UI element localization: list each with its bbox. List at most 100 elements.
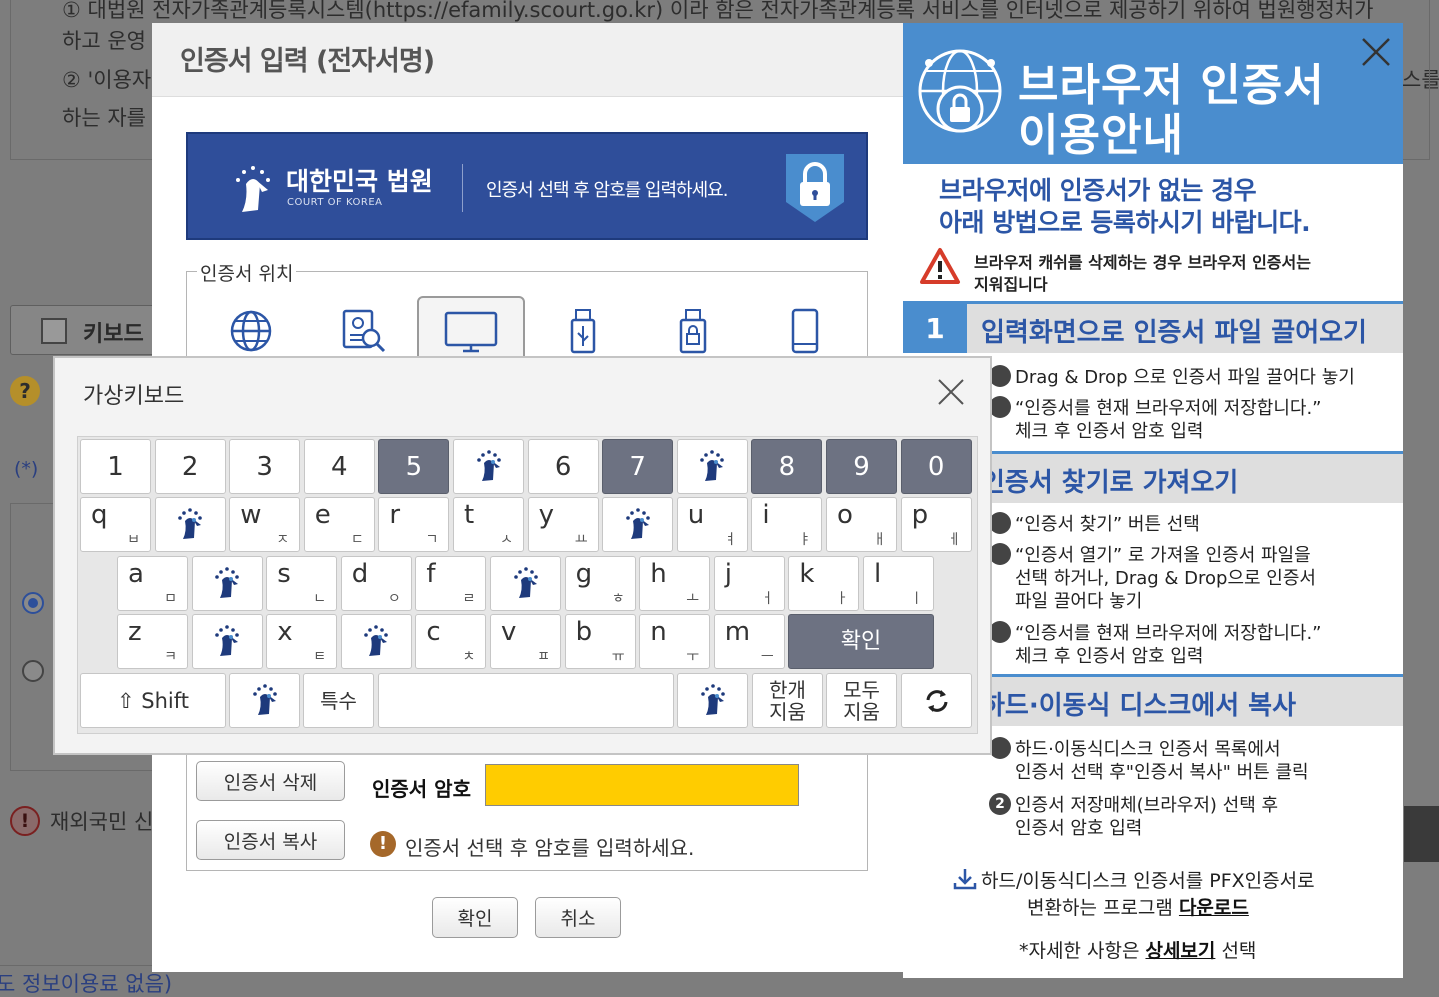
dummy-key[interactable] (490, 556, 561, 611)
key-sub-label: ㄴ (313, 591, 327, 607)
overseas-label: 재외국민 신 (50, 810, 154, 834)
cancel-button[interactable]: 취소 (535, 897, 621, 938)
copy-cert-button[interactable]: 인증서 복사 (196, 820, 345, 860)
court-logo-icon (698, 682, 728, 720)
key-w[interactable]: wㅈ (229, 497, 301, 552)
radio-unselected[interactable] (22, 660, 44, 682)
key-d[interactable]: dㅇ (340, 556, 412, 611)
key-sub-label: ㅎ (611, 591, 625, 607)
key-2[interactable]: 2 (154, 439, 226, 494)
keyboard-close-icon[interactable] (935, 376, 967, 408)
dummy-key[interactable] (191, 556, 263, 611)
key-label: w (240, 500, 262, 530)
court-name: 대한민국 법원 (286, 167, 433, 196)
section-3-step-4: 인증서 암호 입력 (1015, 818, 1143, 839)
dummy-key[interactable] (191, 614, 263, 669)
key-sub-label: ㄷ (350, 532, 364, 548)
section-2-step-4: 파일 끌어다 놓기 (1015, 591, 1143, 612)
key-n[interactable]: nㅜ (639, 614, 711, 669)
delete-cert-button[interactable]: 인증서 삭제 (196, 761, 345, 801)
dummy-key[interactable] (229, 673, 300, 728)
key-s[interactable]: sㄴ (266, 556, 338, 611)
keyboard-checkbox[interactable]: 키보드 (10, 305, 160, 355)
key-z[interactable]: zㅋ (117, 614, 188, 669)
key-v[interactable]: vㅍ (490, 614, 561, 669)
dummy-key[interactable] (453, 439, 524, 494)
key-p[interactable]: pㅔ (900, 497, 972, 552)
key-label: c (426, 617, 441, 647)
key-l[interactable]: lㅣ (863, 556, 934, 611)
virtual-keyboard: 가상키보드 1234567890qㅂwㅈeㄷrㄱtㅅyㅛuㅕiㅑoㅐpㅔaㅁsㄴ… (53, 356, 992, 755)
keyboard-keys: 1234567890qㅂwㅈeㄷrㄱtㅅyㅛuㅕiㅑoㅐpㅔaㅁsㄴdㅇfㄹgㅎ… (77, 436, 978, 734)
key-7[interactable]: 7 (602, 439, 674, 494)
download-icon (953, 869, 977, 890)
delete-all-key[interactable]: 모두 지움 (826, 673, 897, 728)
section-1-title: 입력화면으로 인증서 파일 끌어오기 (981, 318, 1367, 348)
key-g[interactable]: gㅎ (564, 556, 636, 611)
key-i[interactable]: iㅑ (751, 497, 823, 552)
key-sub-label: ㅋ (164, 649, 177, 665)
guide-intro-line2: 아래 방법으로 등록하시기 바랍니다. (939, 208, 1311, 237)
delete-one-key[interactable]: 한개 지움 (752, 673, 823, 728)
key-r[interactable]: rㄱ (378, 497, 450, 552)
key-9[interactable]: 9 (826, 439, 897, 494)
keyboard-title: 가상키보드 (83, 384, 185, 409)
password-input[interactable] (485, 764, 799, 806)
dummy-key[interactable] (676, 439, 748, 494)
refresh-key[interactable] (901, 673, 972, 728)
key-a[interactable]: aㅁ (117, 556, 188, 611)
key-label: m (724, 617, 751, 647)
radio-selected[interactable] (22, 592, 44, 614)
key-o[interactable]: oㅐ (826, 497, 897, 552)
key-label: f (426, 559, 436, 589)
key-sub-label: ㅡ (760, 649, 774, 665)
guide-close-icon[interactable] (1359, 35, 1393, 69)
step-bullet (989, 621, 1011, 643)
key-m[interactable]: mㅡ (713, 614, 785, 669)
key-t[interactable]: tㅅ (453, 497, 524, 552)
special-key[interactable]: 특수 (303, 673, 374, 728)
key-6[interactable]: 6 (527, 439, 599, 494)
dummy-key[interactable] (340, 614, 412, 669)
key-1[interactable]: 1 (80, 439, 151, 494)
download-link[interactable]: 다운로드 (1179, 897, 1249, 919)
key-f[interactable]: fㄹ (415, 556, 487, 611)
space-key[interactable] (378, 673, 674, 728)
key-8[interactable]: 8 (751, 439, 823, 494)
key-label: 4 (331, 452, 348, 482)
delete-one-label-1: 한개 (769, 678, 806, 702)
key-x[interactable]: xㅌ (266, 614, 338, 669)
key-sub-label: ㅏ (835, 591, 849, 607)
key-sub-label: ㅔ (947, 532, 961, 548)
key-q[interactable]: qㅂ (80, 497, 151, 552)
key-5[interactable]: 5 (378, 439, 450, 494)
key-4[interactable]: 4 (303, 439, 375, 494)
required-mark: (*) (14, 458, 39, 480)
key-e[interactable]: eㄷ (303, 497, 375, 552)
key-u[interactable]: uㅕ (676, 497, 748, 552)
fee-note: 도 정보이용료 없음) (0, 972, 173, 996)
dummy-key[interactable] (602, 497, 674, 552)
key-c[interactable]: cㅊ (415, 614, 487, 669)
banner-divider (462, 164, 463, 212)
dummy-key[interactable] (677, 673, 748, 728)
key-label: y (538, 500, 554, 530)
shift-key[interactable]: ⇧ Shift (80, 673, 226, 728)
keyboard-confirm-key[interactable]: 확인 (788, 614, 934, 669)
key-sub-label: ㅈ (276, 532, 290, 548)
key-k[interactable]: kㅏ (788, 556, 860, 611)
checkbox-box[interactable] (41, 318, 67, 344)
shift-key-label: ⇧ Shift (116, 689, 189, 713)
court-logo-icon (361, 623, 391, 661)
detail-link[interactable]: 상세보기 (1145, 940, 1215, 962)
key-sub-label: ㅂ (127, 532, 140, 548)
key-y[interactable]: yㅛ (527, 497, 599, 552)
key-j[interactable]: jㅓ (713, 556, 785, 611)
dummy-key[interactable] (154, 497, 226, 552)
key-3[interactable]: 3 (229, 439, 301, 494)
key-h[interactable]: hㅗ (639, 556, 711, 611)
key-0[interactable]: 0 (900, 439, 972, 494)
key-b[interactable]: bㅠ (564, 614, 636, 669)
cert-search-icon (342, 309, 386, 353)
ok-button[interactable]: 확인 (432, 897, 518, 938)
